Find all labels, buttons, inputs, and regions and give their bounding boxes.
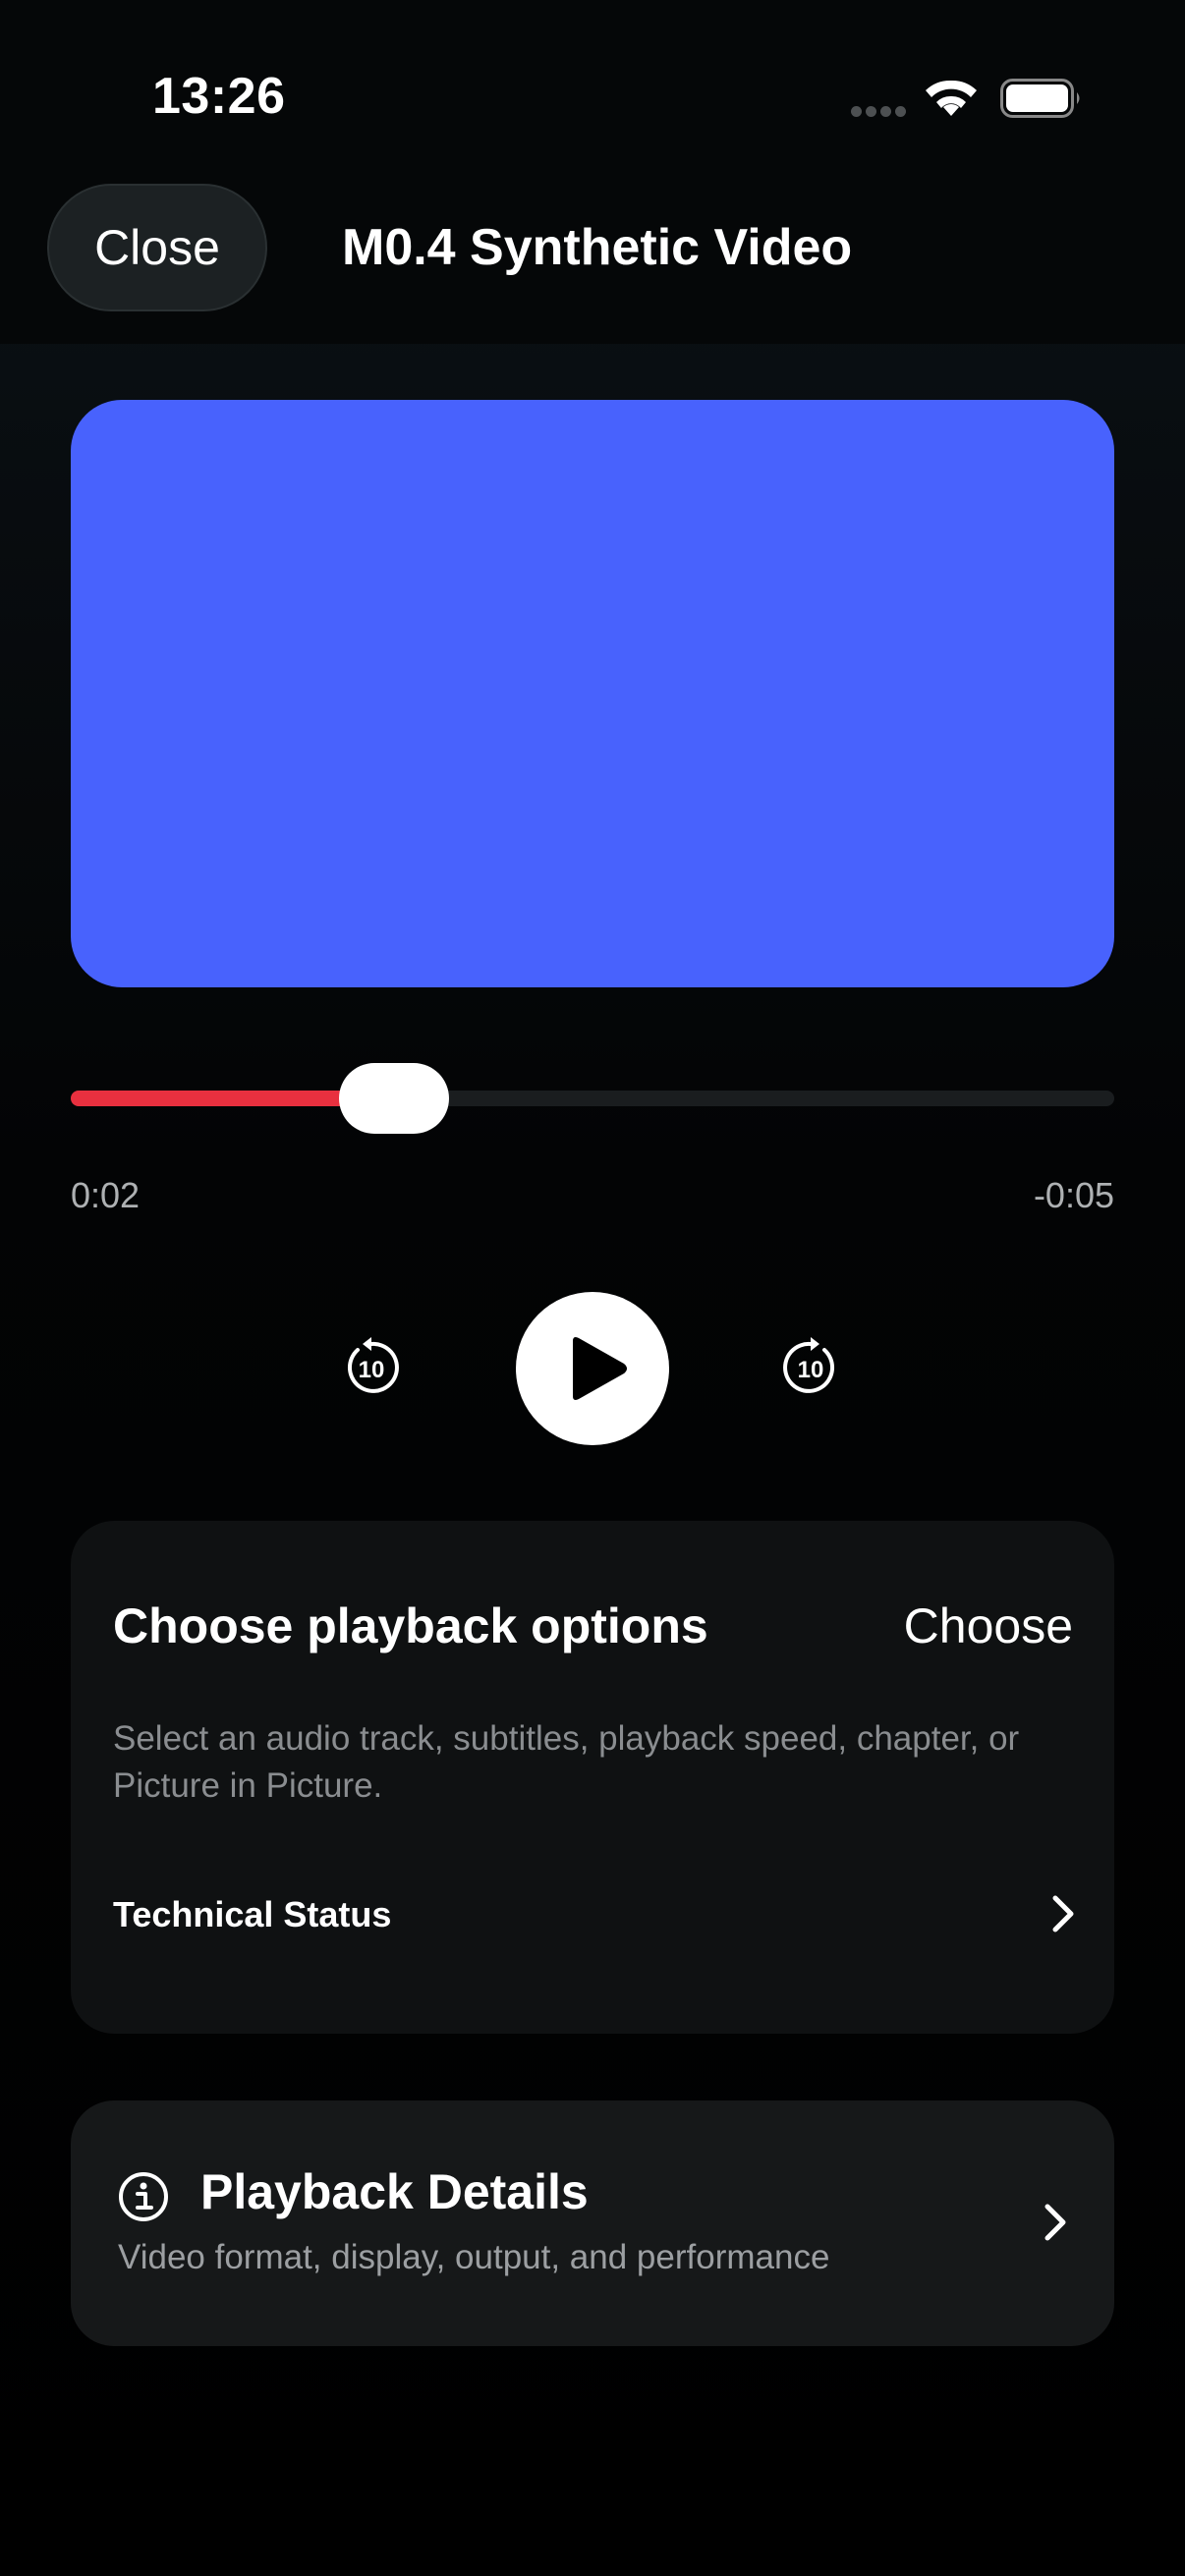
- video-player-surface[interactable]: [71, 400, 1114, 987]
- status-time: 13:26: [152, 68, 286, 125]
- skip-forward-label: 10: [798, 1357, 824, 1383]
- playback-options-description: Select an audio track, subtitles, playba…: [113, 1719, 1020, 1805]
- technical-status-label: Technical Status: [113, 1894, 392, 1934]
- play-button[interactable]: [516, 1292, 669, 1445]
- skip-back-10-icon[interactable]: 10: [340, 1336, 403, 1399]
- playback-details-card[interactable]: Playback Details Video format, display, …: [71, 2100, 1114, 2346]
- elapsed-time: 0:02: [71, 1175, 141, 1215]
- playback-options-title: Choose playback options: [113, 1598, 708, 1653]
- skip-forward-10-icon[interactable]: 10: [779, 1336, 842, 1399]
- info-icon: [119, 2172, 168, 2221]
- skip-back-label: 10: [359, 1357, 385, 1383]
- playback-details-subtitle: Video format, display, output, and perfo…: [118, 2238, 830, 2276]
- scrubber-thumb[interactable]: [339, 1063, 450, 1134]
- remaining-time: -0:05: [1033, 1175, 1114, 1215]
- battery-icon: [1000, 79, 1080, 118]
- cellular-signal-icon: [851, 104, 910, 122]
- chevron-right-icon: [1044, 2204, 1066, 2241]
- choose-button[interactable]: Choose: [904, 1597, 1073, 1654]
- play-icon: [573, 1337, 627, 1400]
- page-title: M0.4 Synthetic Video: [342, 219, 853, 276]
- wifi-icon: [926, 80, 977, 116]
- technical-status-row[interactable]: Technical Status: [71, 1875, 1114, 1953]
- nav-bar: Close M0.4 Synthetic Video: [0, 147, 1185, 344]
- close-button[interactable]: Close: [47, 184, 267, 311]
- playback-options-card: Choose playback options Choose Select an…: [71, 1521, 1114, 2034]
- chevron-right-icon: [1052, 1895, 1074, 1932]
- playback-scrubber[interactable]: [71, 1063, 1114, 1134]
- playback-details-title: Playback Details: [200, 2164, 589, 2219]
